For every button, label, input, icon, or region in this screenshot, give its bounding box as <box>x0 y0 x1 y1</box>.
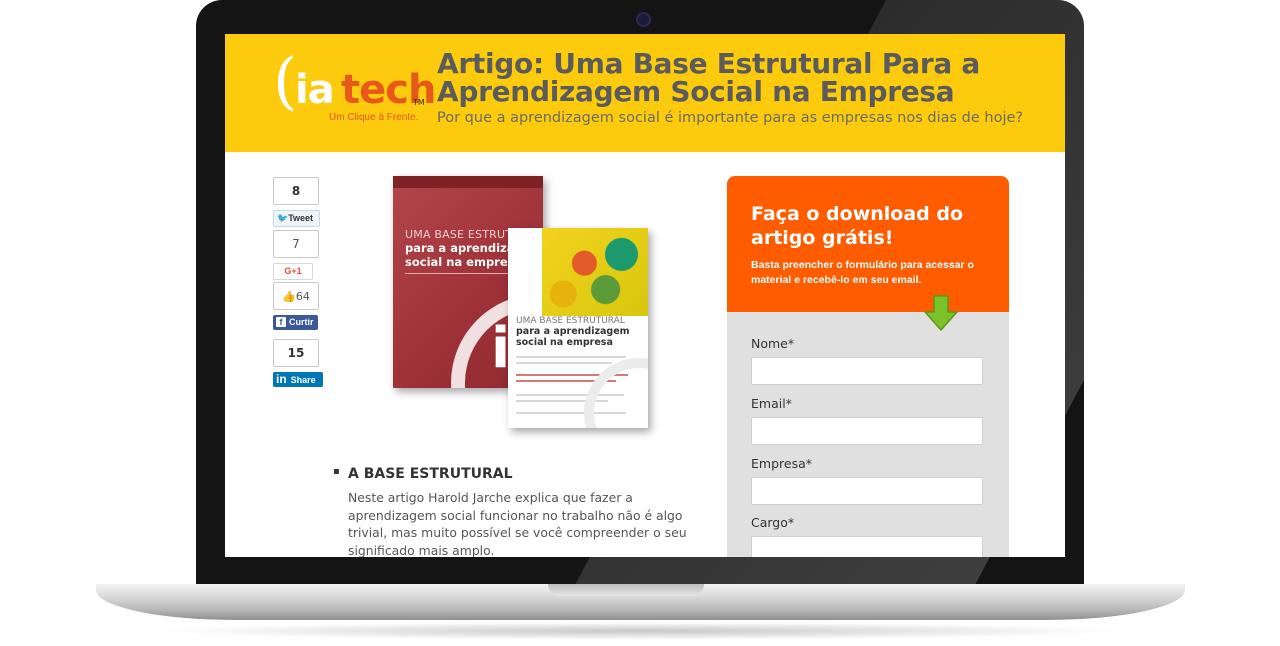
form-title: Faça o download do artigo grátis! <box>751 203 964 249</box>
book2-title-line1: UMA BASE ESTRUTURAL <box>516 316 625 326</box>
facebook-like-label: Curtir <box>289 317 314 327</box>
job-title-label: Cargo* <box>751 515 795 530</box>
twitter-share: 8 🐦Tweet <box>273 177 320 227</box>
section-title: A BASE ESTRUTURAL <box>333 466 513 482</box>
section-body: Neste artigo Harold Jarche explica que f… <box>348 490 687 557</box>
thumbs-up-icon: 👍 <box>282 290 296 303</box>
tweet-count: 8 <box>273 177 319 205</box>
linkedin-share: 15 in Share <box>273 339 323 387</box>
google-plus-button[interactable]: G+1 <box>273 263 313 280</box>
facebook-icon: f <box>276 317 286 327</box>
job-title-field[interactable] <box>751 536 983 557</box>
tweet-button[interactable]: 🐦Tweet <box>273 210 320 227</box>
google-share: 7 G+1 <box>273 230 319 280</box>
laptop-shadow <box>150 622 1130 640</box>
download-form: Faça o download do artigo grátis! Basta … <box>727 176 1009 557</box>
name-field[interactable] <box>751 357 983 385</box>
screen: ( ia tech TM Um Clique à Frente. Artigo:… <box>225 34 1065 557</box>
facebook-like-button[interactable]: f Curtir <box>273 315 318 330</box>
company-field[interactable] <box>751 477 983 505</box>
page-title: Artigo: Uma Base Estrutural Para a Apren… <box>437 47 980 108</box>
book2-ghost-mark <box>584 358 648 428</box>
down-arrow-icon <box>923 295 959 332</box>
tweet-label: Tweet <box>288 213 314 223</box>
linkedin-share-label: Share <box>290 375 316 385</box>
company-label: Empresa* <box>751 456 812 471</box>
book2-text-line <box>516 362 612 364</box>
book2-text-line <box>516 356 626 358</box>
form-header: Faça o download do artigo grátis! Basta … <box>727 176 1009 312</box>
iatech-logo[interactable]: ( ia tech TM Um Clique à Frente. <box>273 50 436 124</box>
book2-title-line3: social na empresa <box>516 337 613 348</box>
logo-slogan: Um Clique à Frente. <box>329 112 419 123</box>
book-topbar <box>393 176 543 188</box>
linkedin-icon: in <box>276 372 287 386</box>
name-label: Nome* <box>751 336 795 351</box>
email-label: Email* <box>751 396 792 411</box>
book-title-line3: social na empresa <box>405 255 523 269</box>
page-header: ( ia tech TM Um Clique à Frente. Artigo:… <box>225 34 1065 152</box>
linkedin-count: 15 <box>273 339 319 367</box>
logo-ia: ia <box>295 67 335 113</box>
camera-icon <box>636 12 651 27</box>
laptop-notch <box>548 584 704 596</box>
logo-trademark: TM <box>413 98 425 107</box>
facebook-share: 👍64 f Curtir <box>273 282 319 330</box>
linkedin-share-button[interactable]: in Share <box>273 372 323 387</box>
page-subtitle: Por que a aprendizagem social é importan… <box>437 110 1024 126</box>
facebook-count-value: 64 <box>295 290 310 303</box>
book-cover-back: UMA BASE ESTRUTURAL para a aprendizagem … <box>508 228 648 428</box>
facebook-like-count: 👍64 <box>273 282 319 310</box>
book2-title-line2: para a aprendizagem <box>516 326 630 337</box>
google-plus-count: 7 <box>273 230 319 258</box>
email-field[interactable] <box>751 417 983 445</box>
form-description: Basta preencher o formulário para acessa… <box>751 259 974 286</box>
twitter-bird-icon: 🐦 <box>277 213 289 223</box>
logo-paren: ( <box>273 44 298 117</box>
book-illustration <box>542 228 648 316</box>
